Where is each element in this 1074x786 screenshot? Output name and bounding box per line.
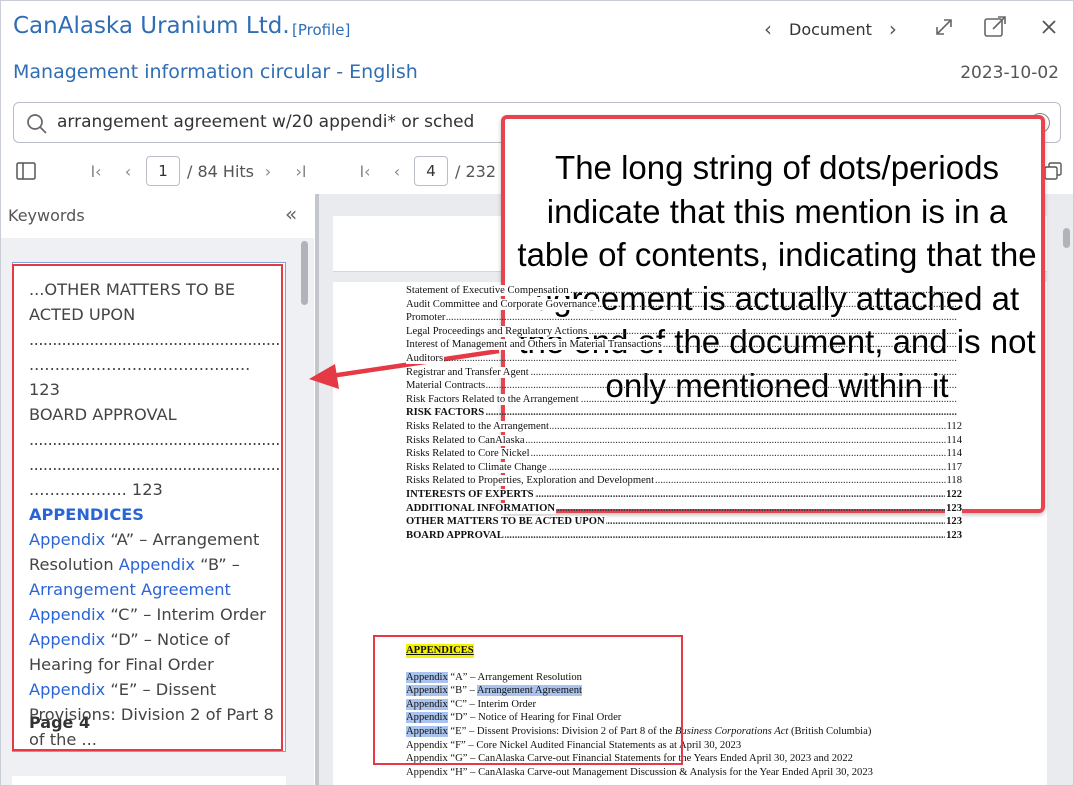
toc-row: ........................................… — [406, 284, 962, 298]
page-total: / 232 — [455, 161, 497, 181]
search-icon — [26, 113, 48, 139]
first-page-icon[interactable]: I‹ — [356, 151, 374, 191]
toc-page-number: 112 — [945, 419, 962, 434]
toc-row: ........................................… — [406, 487, 962, 502]
prev-hit-icon[interactable]: ‹ — [119, 151, 137, 191]
toc-title: Audit Committee and Corporate Governance — [406, 298, 598, 310]
prev-page-icon[interactable]: ‹ — [388, 151, 406, 191]
hit-number-input[interactable]: 1 — [146, 156, 180, 186]
toc-title: Auditors — [406, 352, 445, 364]
toc-title: Legal Proceedings and Regulatory Actions — [406, 325, 589, 337]
toc-row: ........................................… — [406, 352, 962, 366]
double-chevron-left-icon[interactable]: « — [285, 202, 297, 226]
toc-title: Risks Related to Climate Change — [406, 461, 548, 473]
appendix-text-italic: Business Corporations Act — [674, 725, 789, 737]
toc-title: Risks Related to Core Nickel — [406, 448, 531, 460]
toc-dot-leader: ........................................… — [406, 312, 957, 324]
toc-row: ........................................… — [406, 528, 962, 543]
keyword-hit-card[interactable] — [12, 776, 286, 785]
toc-title: ADDITIONAL INFORMATION — [406, 502, 557, 514]
toc-row: ........................................… — [406, 515, 962, 529]
toc-dot-leader: ........................................… — [406, 352, 957, 364]
toc-row: ........................................… — [406, 379, 962, 393]
toc-row: ........................................… — [406, 501, 962, 516]
annotation-box-snippet — [12, 264, 283, 751]
toc-page-number: 118 — [945, 474, 962, 488]
toc-page-number: 123 — [945, 501, 962, 516]
appendix-text: (British Columbia) — [788, 725, 872, 737]
toc-row: ........................................… — [406, 406, 962, 420]
document-subtitle[interactable]: Management information circular - Englis… — [13, 61, 418, 83]
toc-dot-leader: ........................................… — [406, 407, 957, 419]
toc-title: Registrar and Transfer Agent — [406, 366, 530, 378]
search-input[interactable]: arrangement agreement w/20 appendi* or s… — [57, 112, 474, 132]
document-date: 2023-10-02 — [960, 63, 1059, 83]
toc-title: Material Contracts — [406, 380, 487, 392]
first-hit-icon[interactable]: I‹ — [87, 151, 105, 191]
table-of-contents: ........................................… — [406, 284, 962, 543]
toc-title: Risks Related to CanAlaska — [406, 434, 526, 446]
document-nav-label: Document — [789, 19, 872, 39]
document-scrollbar[interactable] — [1063, 228, 1070, 248]
toc-title: Risks Related to Properties, Exploration… — [406, 475, 656, 487]
toc-title: Statement of Executive Compensation — [406, 285, 570, 296]
toc-title: OTHER MATTERS TO BE ACTED UPON — [406, 516, 606, 528]
toc-title: RISK FACTORS — [406, 407, 486, 419]
annotation-box-appendices — [373, 635, 683, 765]
appendix-row: Appendix “H” – CanAlaska Carve-out Manag… — [406, 766, 873, 778]
toc-page-number: 117 — [945, 460, 962, 475]
toc-row: ........................................… — [406, 311, 962, 325]
close-icon[interactable] — [1035, 13, 1063, 41]
toc-title: Promoter — [406, 312, 447, 324]
page-number-input[interactable]: 4 — [414, 156, 448, 186]
toc-page-number: 123 — [945, 528, 962, 543]
toc-row: ........................................… — [406, 474, 962, 488]
toc-title: Interest of Management and Others in Mat… — [406, 339, 663, 351]
toc-row: ........................................… — [406, 447, 962, 461]
chevron-right-icon[interactable]: › — [886, 17, 900, 41]
toc-row: ........................................… — [406, 338, 962, 352]
profile-link[interactable]: [Profile] — [292, 21, 350, 39]
toc-title: INTERESTS OF EXPERTS — [406, 488, 535, 500]
keywords-scrollbar[interactable] — [301, 241, 308, 305]
expand-icon[interactable] — [930, 13, 958, 41]
toc-dot-leader: ........................................… — [406, 380, 957, 392]
toc-page-number: 114 — [945, 447, 962, 461]
toc-row: ........................................… — [406, 325, 962, 339]
next-hit-icon[interactable]: › — [259, 151, 277, 191]
open-external-icon[interactable] — [981, 13, 1009, 41]
toc-page-number: 123 — [945, 515, 962, 529]
document-viewer-window: CanAlaska Uranium Ltd. [Profile] ‹ Docum… — [0, 0, 1074, 786]
company-name: CanAlaska Uranium Ltd. — [13, 13, 290, 39]
toc-row: ........................................… — [406, 393, 962, 407]
toc-row: ........................................… — [406, 298, 962, 312]
toc-row: ........................................… — [406, 366, 962, 380]
chevron-left-icon[interactable]: ‹ — [761, 17, 775, 41]
toc-row: ........................................… — [406, 460, 962, 475]
toc-title: BOARD APPROVAL — [406, 529, 505, 541]
last-hit-icon[interactable]: ›I — [292, 151, 310, 191]
toc-title: Risk Factors Related to the Arrangement — [406, 393, 580, 405]
toc-row: ........................................… — [406, 419, 962, 434]
toc-page-number: 122 — [945, 487, 962, 502]
toc-row: ........................................… — [406, 433, 962, 448]
toc-title: Risks Related to the Arrangement — [406, 420, 550, 432]
keywords-label: Keywords — [8, 206, 85, 225]
toc-page-number: 114 — [945, 433, 962, 448]
keywords-panel-header: Keywords « — [1, 194, 314, 238]
document-navigator: ‹ Document › — [761, 15, 900, 43]
toggle-sidebar-icon[interactable] — [13, 151, 39, 191]
hit-total: / 84 Hits — [187, 161, 255, 181]
